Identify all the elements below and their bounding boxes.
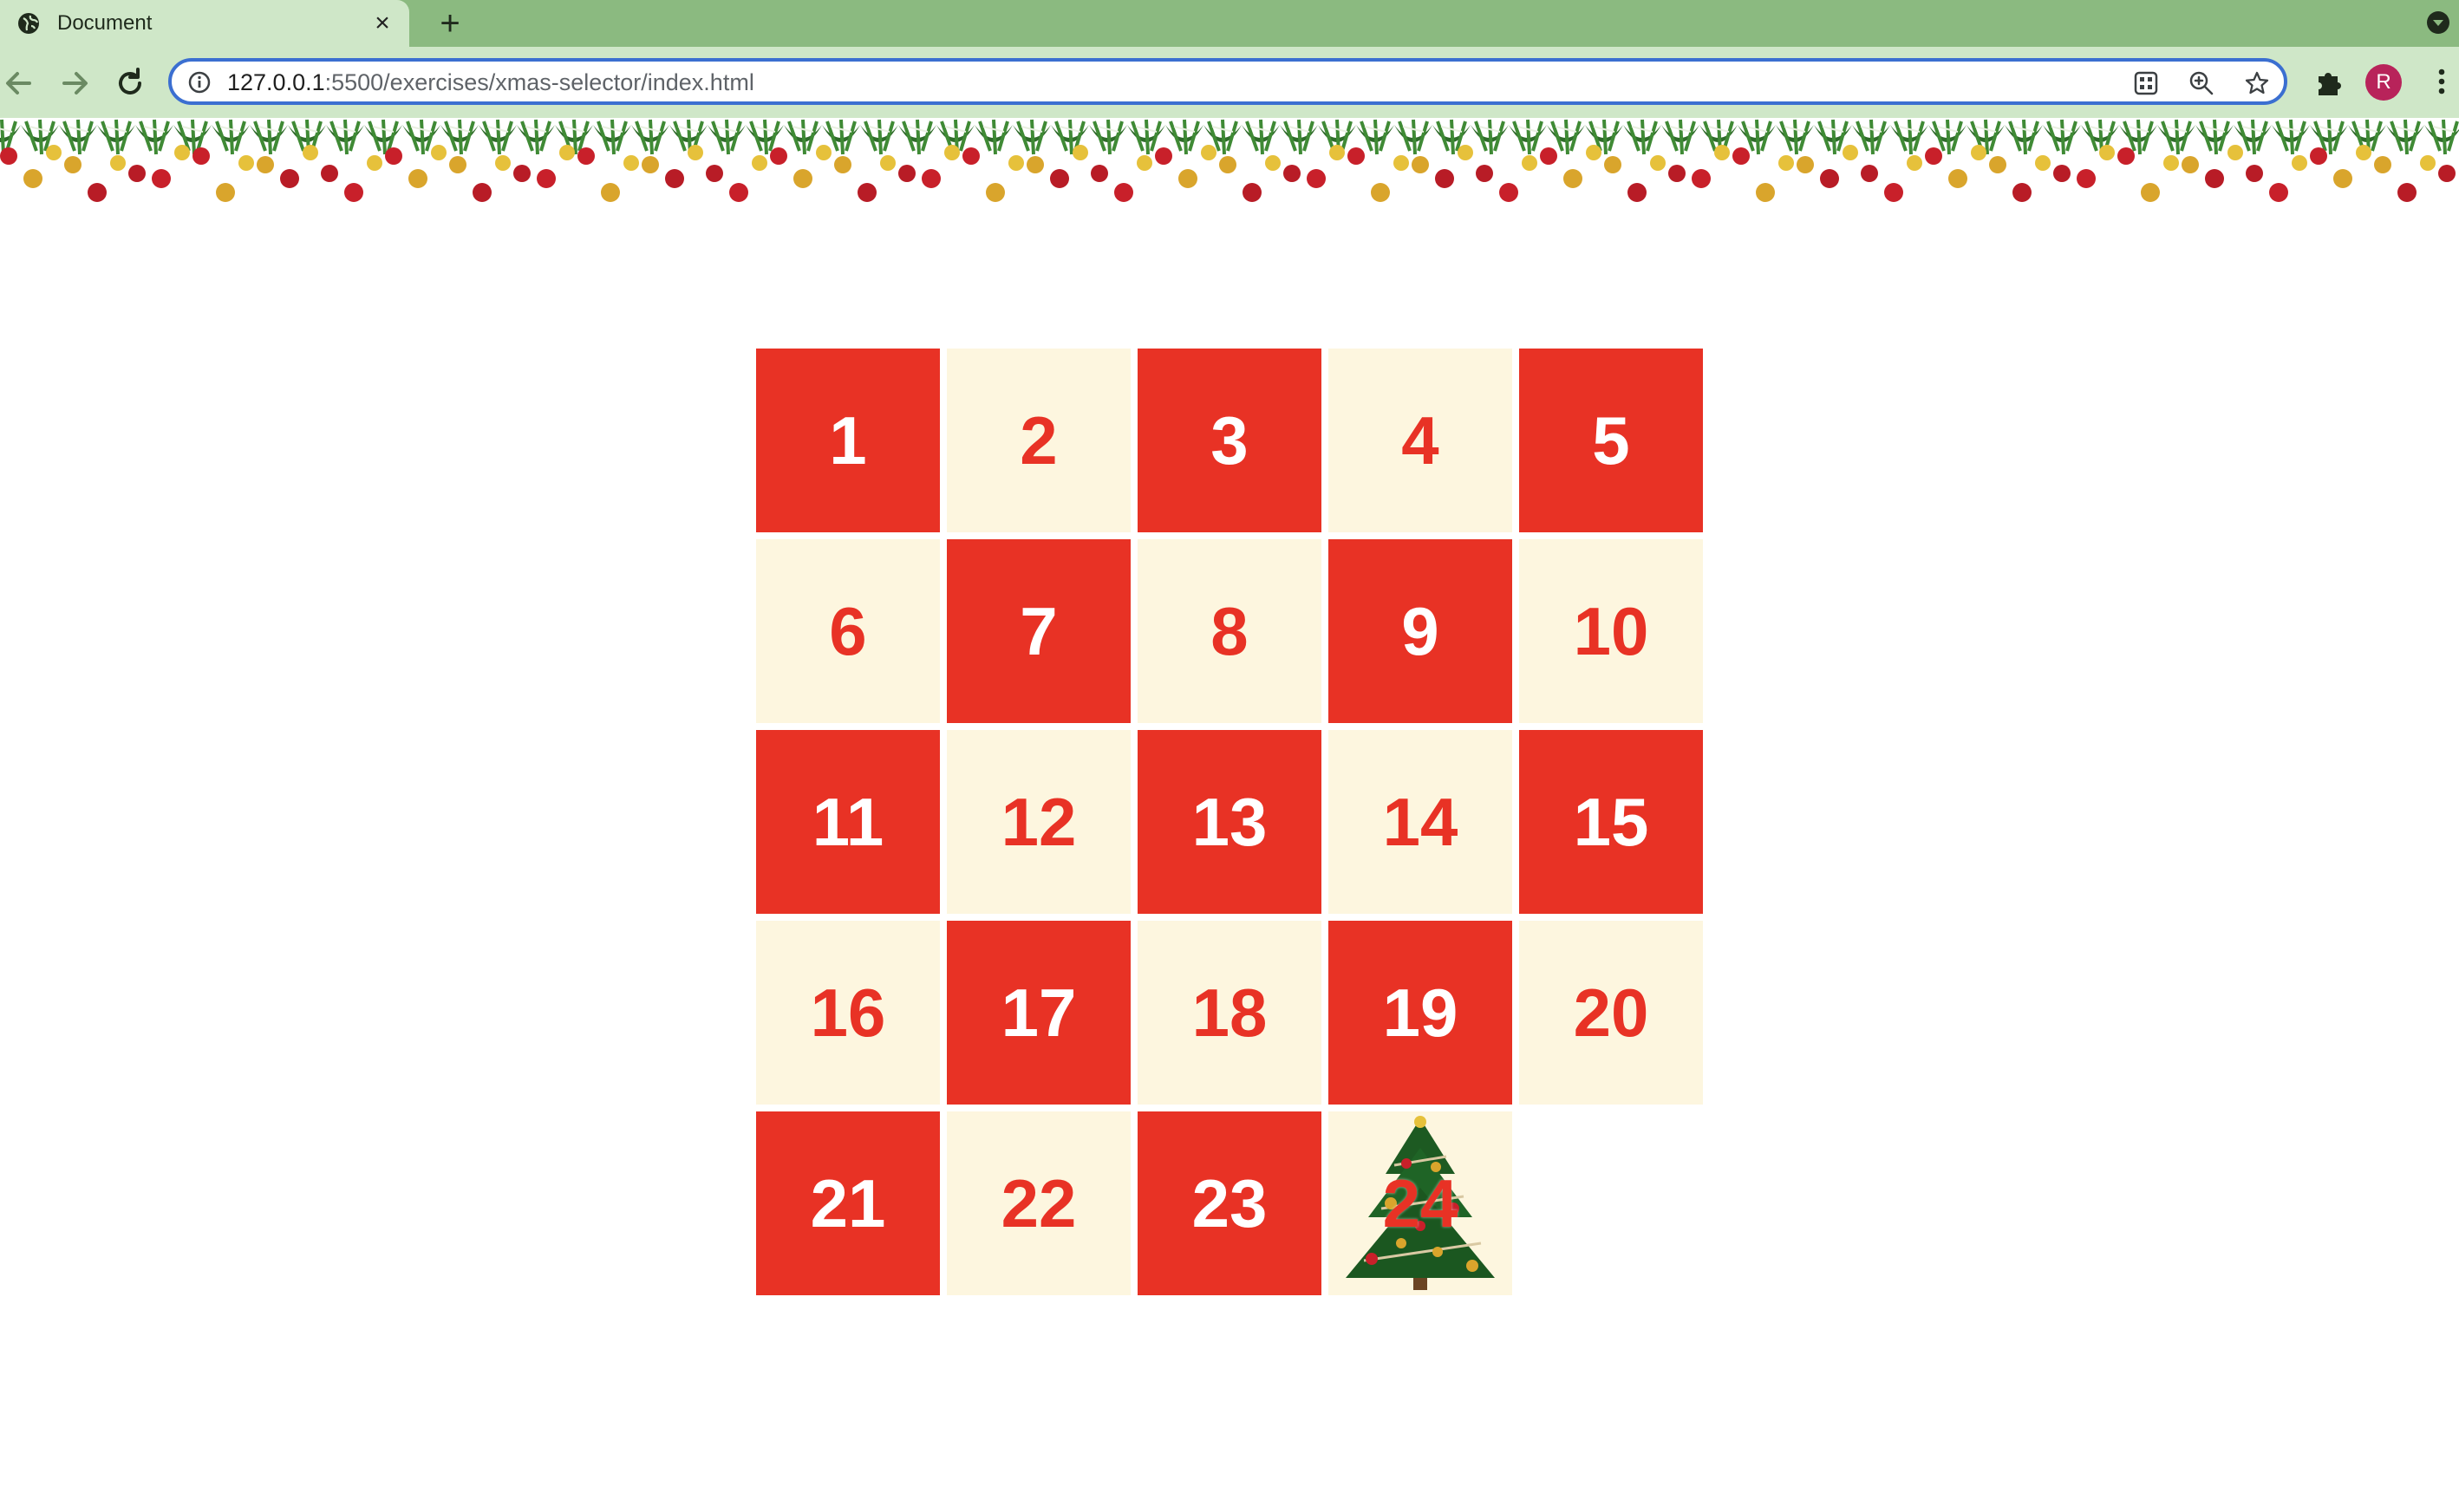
profile-avatar[interactable]: R [2365,64,2402,101]
day-number: 6 [829,592,867,669]
address-bar[interactable]: 127.0.0.1:5500/exercises/xmas-selector/i… [168,58,2287,105]
day-number: 14 [1382,783,1458,860]
reload-icon[interactable] [109,62,151,104]
url-host: 127.0.0.1 [227,69,325,95]
tab-search-icon[interactable] [2424,9,2452,36]
day-number: 11 [812,783,884,860]
day-cell-19[interactable]: 19 [1328,921,1512,1105]
day-cell-6[interactable]: 6 [756,539,940,723]
forward-icon[interactable] [54,62,95,104]
active-tab[interactable]: Document × [0,0,409,47]
url-path: :5500/exercises/xmas-selector/index.html [324,69,754,95]
day-number: 12 [1001,783,1077,860]
day-cell-4[interactable]: 4 [1328,349,1512,532]
day-number: 20 [1573,974,1649,1051]
info-icon[interactable] [187,70,212,94]
page-content: 1 2 3 4 5 6 7 8 9 10 11 12 13 14 15 16 17 18 19 20 21 22 23 24 [0,118,2459,1512]
day-cell-21[interactable]: 21 [756,1111,940,1295]
new-tab-icon[interactable]: + [434,6,466,41]
day-number: 17 [1001,974,1077,1051]
day-number: 4 [1401,401,1439,479]
day-number: 5 [1592,401,1630,479]
day-number: 18 [1191,974,1268,1051]
day-cell-8[interactable]: 8 [1138,539,1321,723]
advent-calendar-grid: 1 2 3 4 5 6 7 8 9 10 11 12 13 14 15 16 17 18 19 20 21 22 23 24 [756,349,1705,1295]
tab-strip: Document × + [0,0,2459,47]
day-cell-13[interactable]: 13 [1138,730,1321,914]
day-number: 23 [1191,1164,1268,1242]
day-cell-2[interactable]: 2 [947,349,1131,532]
day-cell-16[interactable]: 16 [756,921,940,1105]
day-number: 21 [810,1164,886,1242]
day-cell-20[interactable]: 20 [1519,921,1703,1105]
day-cell-23[interactable]: 23 [1138,1111,1321,1295]
day-number: 19 [1382,974,1458,1051]
day-number: 1 [829,401,867,479]
day-number: 13 [1191,783,1268,860]
day-cell-7[interactable]: 7 [947,539,1131,723]
day-cell-18[interactable]: 18 [1138,921,1321,1105]
menu-icon[interactable] [2424,64,2459,99]
day-cell-24[interactable]: 24 [1328,1111,1512,1295]
day-cell-22[interactable]: 22 [947,1111,1131,1295]
christmas-garland-banner [0,119,2459,202]
day-cell-15[interactable]: 15 [1519,730,1703,914]
day-number: 7 [1020,592,1058,669]
day-number: 22 [1001,1164,1077,1242]
close-icon[interactable]: × [369,10,395,36]
day-number: 9 [1401,592,1439,669]
bookmark-star-icon[interactable] [2244,70,2270,96]
day-cell-12[interactable]: 12 [947,730,1131,914]
day-number: 24 [1382,1164,1458,1242]
tab-title: Document [57,11,153,35]
day-number: 16 [810,974,886,1051]
day-number: 3 [1210,401,1249,479]
day-cell-5[interactable]: 5 [1519,349,1703,532]
day-number: 8 [1210,592,1249,669]
day-cell-3[interactable]: 3 [1138,349,1321,532]
day-cell-14[interactable]: 14 [1328,730,1512,914]
day-number: 2 [1020,401,1058,479]
zoom-icon[interactable] [2188,70,2214,96]
globe-icon [18,13,39,34]
day-cell-1[interactable]: 1 [756,349,940,532]
back-icon[interactable] [0,62,40,104]
url-text[interactable]: 127.0.0.1:5500/exercises/xmas-selector/i… [227,68,754,96]
day-number: 10 [1573,592,1649,669]
day-cell-9[interactable]: 9 [1328,539,1512,723]
day-cell-10[interactable]: 10 [1519,539,1703,723]
install-app-icon[interactable] [2133,70,2159,96]
extensions-icon[interactable] [2312,64,2346,99]
day-number: 15 [1573,783,1649,860]
day-cell-17[interactable]: 17 [947,921,1131,1105]
day-cell-11[interactable]: 11 [756,730,940,914]
